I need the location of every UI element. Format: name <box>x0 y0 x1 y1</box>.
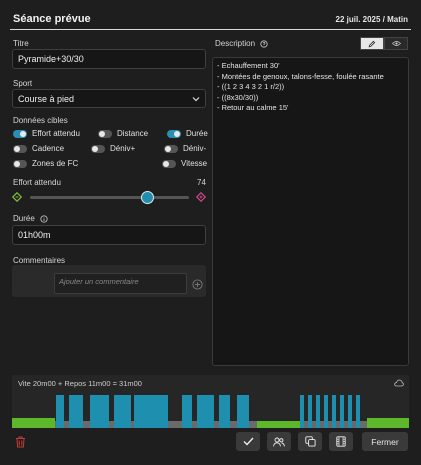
workout-interval <box>308 395 312 428</box>
targets-label: Données cibles <box>13 116 68 125</box>
duration-label: Durée <box>13 214 35 223</box>
workout-interval <box>340 395 344 428</box>
toggle-switch[interactable] <box>13 159 27 168</box>
workout-interval <box>69 395 83 428</box>
trash-icon[interactable] <box>15 436 26 448</box>
film-icon <box>336 436 346 447</box>
workout-interval <box>300 395 304 428</box>
toggle-switch[interactable] <box>167 129 181 138</box>
description-line: - Retour au calme 15' <box>217 103 289 112</box>
toggle-switch[interactable] <box>98 129 112 138</box>
workout-interval <box>324 395 328 428</box>
workout-profile-chart <box>12 395 409 428</box>
toggle-effort[interactable]: Effort attendu <box>13 129 80 138</box>
chevron-down-icon <box>192 96 200 101</box>
sport-select-value: Course à pied <box>18 93 75 104</box>
page-title: Séance prévue <box>13 13 91 25</box>
workout-interval <box>332 395 336 428</box>
toggle-label: Cadence <box>32 144 65 153</box>
toggle-deniv-plus[interactable]: Déniv+ <box>91 144 135 153</box>
workout-interval <box>134 395 168 428</box>
sport-label: Sport <box>13 79 33 88</box>
description-line: - Echauffement 30' <box>217 61 280 70</box>
comment-input[interactable]: Ajouter un commentaire <box>54 273 187 294</box>
description-line: - ((8x30/30)) <box>217 92 259 102</box>
video-button[interactable] <box>329 432 353 451</box>
eye-icon <box>391 41 401 46</box>
session-date: 22 juil. 2025 / Matin <box>335 15 408 24</box>
toggle-switch[interactable] <box>13 129 27 138</box>
workout-block-cooldown <box>367 418 409 428</box>
close-button[interactable]: Fermer <box>362 432 408 451</box>
help-icon[interactable] <box>260 39 268 48</box>
title-label: Titre <box>13 39 29 48</box>
toggle-label: Distance <box>117 129 149 138</box>
workout-interval <box>348 395 352 428</box>
toggle-label: Zones de FC <box>32 159 79 168</box>
users-icon <box>273 437 285 446</box>
toggle-label: Durée <box>186 129 208 138</box>
workout-interval <box>356 395 360 428</box>
duration-label-row: Durée <box>13 214 48 223</box>
workout-interval <box>114 395 131 428</box>
toggle-vitesse[interactable]: Vitesse <box>162 159 207 168</box>
toggle-duree[interactable]: Durée <box>167 129 208 138</box>
workout-interval <box>90 395 109 428</box>
effort-high-icon <box>196 192 206 202</box>
duplicate-button[interactable] <box>298 432 322 451</box>
toggle-cadence[interactable]: Cadence <box>13 144 64 153</box>
workout-interval <box>182 395 192 428</box>
confirm-button[interactable] <box>236 432 260 451</box>
description-line: - ((1 2 3 4 3 2 1 r/2)) <box>217 82 285 91</box>
workout-summary: Vite 20m00 + Repos 11m00 = 31m00 <box>18 379 142 388</box>
workout-interval <box>237 395 249 428</box>
toggle-label: Déniv+ <box>110 144 136 153</box>
info-icon[interactable] <box>40 214 48 223</box>
effort-slider-thumb[interactable] <box>141 191 155 204</box>
workout-interval <box>56 395 64 428</box>
share-athletes-button[interactable] <box>267 432 291 451</box>
description-line: - Montées de genoux, talons-fesse, foulé… <box>217 71 384 81</box>
add-comment-icon[interactable] <box>192 279 203 290</box>
comments-label: Commentaires <box>13 256 66 265</box>
toggle-deniv-minus[interactable]: Déniv- <box>164 144 206 153</box>
effort-low-icon <box>12 192 22 202</box>
header-divider <box>10 29 411 30</box>
title-input[interactable]: Pyramide+30/30 <box>12 49 206 69</box>
check-icon <box>243 437 254 446</box>
toggle-label: Vitesse <box>181 159 208 168</box>
toggle-switch[interactable] <box>13 144 27 153</box>
pencil-icon <box>368 40 376 47</box>
sport-select[interactable]: Course à pied <box>12 89 206 108</box>
effort-value: 74 <box>197 178 206 187</box>
tab-preview[interactable] <box>384 37 408 50</box>
toggle-label: Effort attendu <box>32 129 80 138</box>
workout-interval <box>197 395 214 428</box>
description-label-row: Description <box>215 39 268 48</box>
toggle-switch[interactable] <box>164 144 178 153</box>
toggle-zones-fc[interactable]: Zones de FC <box>13 159 78 168</box>
workout-interval <box>219 395 230 428</box>
copy-icon <box>304 436 316 447</box>
description-textarea[interactable]: - Echauffement 30' - Montées de genoux, … <box>212 57 409 366</box>
toggle-label: Déniv- <box>183 144 207 153</box>
description-label: Description <box>215 39 256 48</box>
effort-label: Effort attendu <box>13 178 61 187</box>
workout-block-warmup <box>12 418 55 428</box>
toggle-switch[interactable] <box>162 159 176 168</box>
cloud-icon[interactable] <box>394 379 404 387</box>
tab-edit[interactable] <box>360 37 384 50</box>
workout-interval <box>316 395 320 428</box>
toggle-distance[interactable]: Distance <box>98 129 148 138</box>
workout-block-drills <box>257 421 300 428</box>
effort-slider-track[interactable] <box>30 196 189 199</box>
toggle-switch[interactable] <box>91 144 105 153</box>
duration-input[interactable]: 01h00m <box>12 225 206 245</box>
